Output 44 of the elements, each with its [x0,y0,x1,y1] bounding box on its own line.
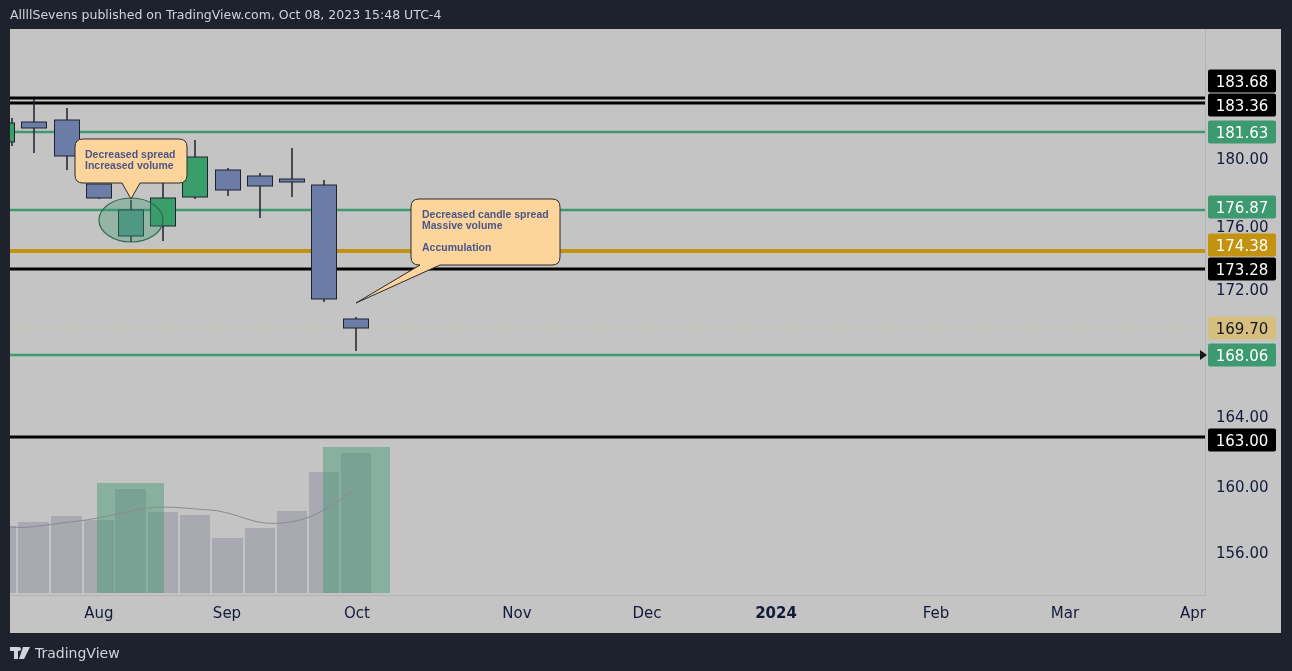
time-axis-label: Feb [922,604,950,622]
price-level-tag: 169.70 [1208,316,1276,340]
candlestick [86,183,112,200]
price-tick-label: 180.00 [1216,150,1269,168]
price-level-tag: 183.68 [1208,69,1276,93]
candlestick [150,182,176,242]
marker-arrow-icon [1200,350,1207,360]
time-axis-label: Mar [1050,604,1080,622]
candlestick [21,98,47,154]
volume-bar [245,528,275,593]
time-axis-label: Aug [84,604,114,622]
time-axis-label: Nov [502,604,532,622]
candlestick [343,316,369,352]
price-tick-label: 156.00 [1216,544,1269,562]
price-level-tag: 163.00 [1208,428,1276,452]
time-axis-label: Oct [344,604,370,622]
volume-bar [212,538,243,593]
brand-name: TradingView [35,645,120,661]
volume-bar [10,526,16,593]
time-axis-label: Sep [212,604,242,622]
price-tick-label: 160.00 [1216,478,1269,496]
callout-text: Decreased spread Increased volume [85,149,176,171]
price-level-tag: 176.87 [1208,195,1276,219]
time-axis-label: Apr [1180,604,1206,622]
price-level-tag: 168.06 [1208,343,1276,367]
price-level-tag: 181.63 [1208,120,1276,144]
candlestick [215,167,241,197]
highlight-ellipse [98,197,164,243]
candlestick [10,117,15,147]
price-tick-label: 164.00 [1216,408,1269,426]
price-level-tag: 174.38 [1208,233,1276,257]
brand-logo-icon [10,647,30,659]
publish-info-text: AllllSevens published on TradingView.com, Oct 08, 2023 15:48 UTC-4 [10,7,442,22]
price-level-tag: 183.36 [1208,93,1276,117]
candlestick [118,199,144,243]
price-level-tag: 173.28 [1208,257,1276,281]
callout-text: Decreased candle spread Massive volume Accumulation [422,209,549,253]
price-tick-label: 172.00 [1216,281,1269,299]
time-axis-label: 2024 [755,604,797,622]
time-axis-label: Dec [632,604,662,622]
volume-bar [18,522,49,593]
candlestick [279,147,305,198]
price-tick-label: 176.00 [1216,218,1269,236]
candlestick [247,172,273,219]
